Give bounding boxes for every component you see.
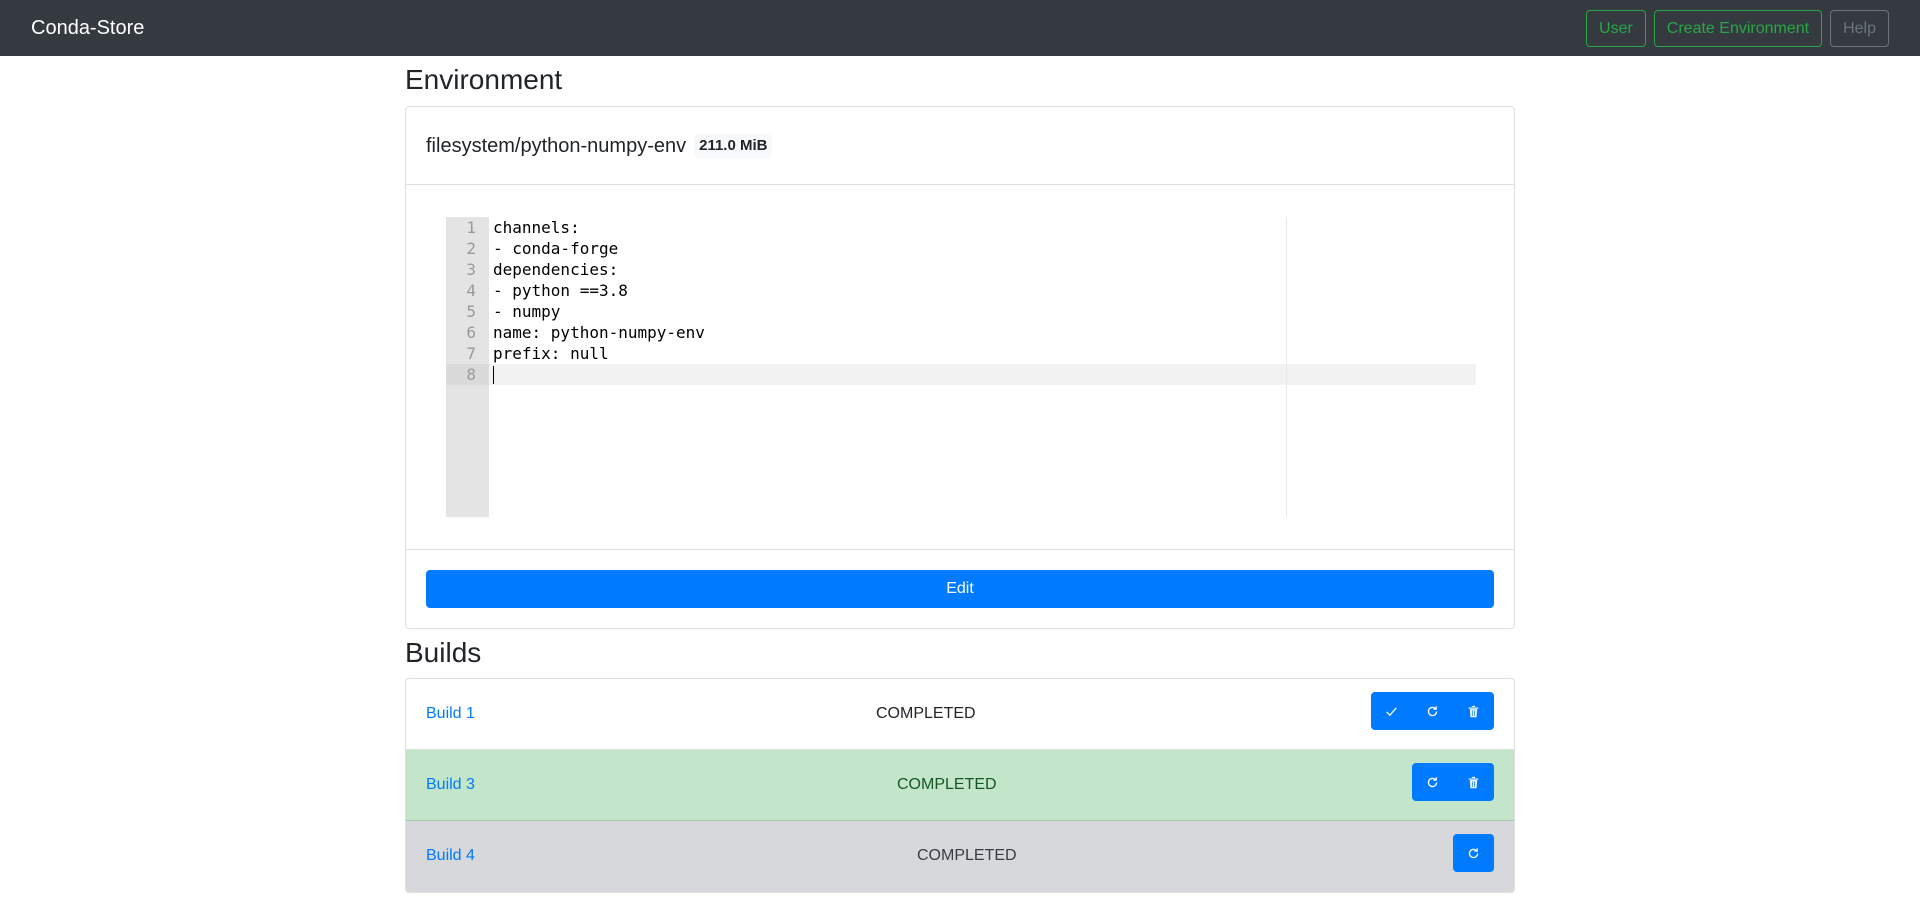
line-number: 5 <box>466 302 476 321</box>
build-actions <box>1371 692 1494 730</box>
editor-cursor <box>493 366 494 384</box>
trash-icon <box>1468 705 1479 717</box>
navbar: Conda-Store User Create Environment Help <box>0 0 1920 56</box>
line-number: 1 <box>466 218 476 237</box>
build-actions <box>1453 834 1494 872</box>
line-number: 3 <box>466 260 476 279</box>
builds-heading: Builds <box>405 637 482 668</box>
build-link[interactable]: Build 3 <box>426 774 475 796</box>
build-link[interactable]: Build 1 <box>426 703 475 725</box>
build-row: Build 1 COMPLETED <box>406 679 1514 750</box>
editor-active-line <box>489 364 1476 385</box>
line-number: 6 <box>466 323 476 342</box>
rebuild-button[interactable] <box>1412 763 1453 801</box>
build-actions <box>1412 763 1494 801</box>
rebuild-button[interactable] <box>1453 834 1494 872</box>
yaml-editor[interactable]: 1 2 3 4 5 6 78 channels: - conda-forge dependenc… <box>446 217 1476 517</box>
build-row-current: Build 3 COMPLETED <box>406 750 1514 821</box>
delete-button[interactable] <box>1453 763 1494 801</box>
line-number: 8 <box>446 364 489 385</box>
set-current-button[interactable] <box>1371 692 1412 730</box>
navbar-actions: User Create Environment Help <box>1586 10 1889 47</box>
line-number: 4 <box>466 281 476 300</box>
brand-logo[interactable]: Conda-Store <box>31 15 144 41</box>
build-status: COMPLETED <box>876 705 976 722</box>
environment-title: filesystem/python-numpy-env 211.0 MiB <box>426 127 773 165</box>
user-button[interactable]: User <box>1586 10 1646 47</box>
code-line: - numpy <box>493 302 561 321</box>
environment-heading: Environment <box>405 64 563 95</box>
size-badge: 211.0 MiB <box>694 134 773 158</box>
delete-button[interactable] <box>1453 692 1494 730</box>
build-status: COMPLETED <box>917 847 1017 864</box>
create-environment-button[interactable]: Create Environment <box>1653 10 1823 47</box>
code-line: - python ==3.8 <box>493 281 628 300</box>
build-status: COMPLETED <box>897 776 997 793</box>
environment-name: filesystem/python-numpy-env <box>426 135 687 157</box>
build-row-inactive: Build 4 COMPLETED <box>406 821 1514 892</box>
code-line: prefix: null <box>493 344 609 363</box>
code-line: channels: <box>493 218 580 237</box>
build-link[interactable]: Build 4 <box>426 845 475 867</box>
code-line: name: python-numpy-env <box>493 323 705 342</box>
code-line: - conda-forge <box>493 239 619 258</box>
refresh-icon <box>1427 705 1438 716</box>
environment-card-footer: Edit <box>406 549 1514 628</box>
line-number: 2 <box>466 239 476 258</box>
builds-list: Build 1 COMPLETED Build 3 COMPLETED Buil… <box>405 678 1515 893</box>
rebuild-button[interactable] <box>1412 692 1453 730</box>
environment-card: filesystem/python-numpy-env 211.0 MiB 1 2… <box>405 106 1515 629</box>
refresh-icon <box>1468 847 1479 858</box>
check-icon <box>1386 706 1397 716</box>
refresh-icon <box>1427 776 1438 787</box>
help-button[interactable]: Help <box>1830 10 1889 47</box>
environment-card-header: filesystem/python-numpy-env 211.0 MiB <box>406 107 1514 185</box>
code-line: dependencies: <box>493 260 619 279</box>
edit-button[interactable]: Edit <box>426 570 1494 608</box>
editor-print-margin <box>1286 217 1287 517</box>
line-number: 7 <box>466 344 476 363</box>
trash-icon <box>1468 776 1479 788</box>
